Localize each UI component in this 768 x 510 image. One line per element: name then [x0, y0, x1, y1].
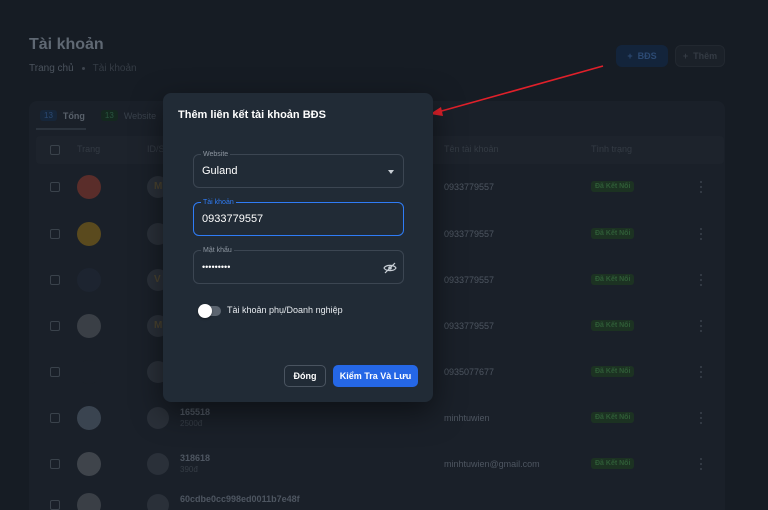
eye-off-icon[interactable] — [383, 261, 397, 279]
row-account-name: minhtuwien@gmail.com — [444, 459, 540, 469]
row-checkbox[interactable] — [50, 275, 60, 285]
row-checkbox[interactable] — [50, 500, 60, 510]
more-options-icon[interactable] — [699, 320, 703, 332]
row-checkbox[interactable] — [50, 459, 60, 469]
tab-label: Tổng — [62, 110, 85, 121]
avatar — [147, 407, 169, 429]
more-options-icon[interactable] — [699, 412, 703, 424]
status-badge: Đã Kết Nối — [591, 458, 635, 469]
business-account-toggle[interactable] — [198, 304, 221, 318]
toggle-knob — [198, 304, 212, 318]
column-header-page: Trang — [77, 144, 101, 154]
row-account-name: 0935077677 — [444, 367, 495, 377]
caret-down-icon — [388, 170, 394, 174]
website-value: Guland — [202, 165, 238, 177]
dialog-title: Thêm liên kết tài khoản BĐS — [178, 109, 326, 121]
site-logo — [77, 360, 101, 384]
row-checkbox[interactable] — [50, 413, 60, 423]
status-badge: Đã Kết Nối — [591, 320, 635, 331]
status-badge: Đã Kết Nối — [591, 274, 635, 285]
breadcrumb: Trang chủ Tài khoản — [29, 63, 137, 74]
row-checkbox[interactable] — [50, 229, 60, 239]
row-checkbox[interactable] — [50, 367, 60, 377]
breadcrumb-separator — [81, 67, 85, 70]
avatar — [147, 494, 169, 510]
plus-icon: + — [682, 51, 689, 61]
avatar-initial: M — [154, 320, 163, 331]
avatar-initial: V — [154, 274, 161, 285]
column-header-status: Tình trạng — [591, 144, 633, 154]
row-account-name: 0933779557 — [444, 229, 495, 239]
site-logo — [77, 452, 101, 476]
site-logo — [77, 222, 101, 246]
plus-icon: + — [627, 51, 633, 61]
status-badge: Đã Kết Nối — [591, 228, 635, 239]
row-id: 165518 — [180, 407, 211, 417]
status-badge: Đã Kết Nối — [591, 412, 635, 423]
link-account-dialog: Thêm liên kết tài khoản BĐS Website Gula… — [163, 93, 433, 402]
tab-website[interactable]: 13 Website — [100, 110, 157, 121]
more-options-icon[interactable] — [699, 228, 703, 240]
avatar-initial: M — [154, 181, 163, 192]
add-button[interactable]: + Thêm — [675, 45, 725, 67]
account-input[interactable]: Tài khoản 0933779557 — [193, 198, 404, 236]
password-value: ••••••••• — [202, 262, 231, 272]
row-account-name: 0933779557 — [444, 275, 495, 285]
row-checkbox[interactable] — [50, 321, 60, 331]
tab-total[interactable]: 13 Tổng — [40, 110, 85, 121]
add-bds-button[interactable]: + BĐS — [616, 45, 668, 67]
password-label: Mật khẩu — [201, 246, 234, 255]
breadcrumb-current: Tài khoản — [92, 63, 137, 74]
page-title: Tài khoản — [29, 36, 104, 53]
row-account-name: 0933779557 — [444, 182, 495, 192]
website-label: Website — [201, 150, 231, 159]
more-options-icon[interactable] — [699, 366, 703, 378]
account-value: 0933779557 — [202, 213, 264, 225]
status-badge: Đã Kết Nối — [591, 366, 635, 377]
row-checkbox[interactable] — [50, 182, 60, 192]
tab-label: Website — [123, 110, 157, 121]
site-logo — [77, 268, 101, 292]
row-account-name: minhtuwien — [444, 413, 490, 423]
avatar — [147, 453, 169, 475]
status-badge: Đã Kết Nối — [591, 181, 635, 192]
row-balance: 2500đ — [180, 419, 203, 428]
more-options-icon[interactable] — [699, 181, 703, 193]
add-bds-label: BĐS — [637, 51, 657, 61]
add-label: Thêm — [693, 51, 718, 61]
site-logo — [77, 314, 101, 338]
tab-count-badge: 13 — [100, 110, 118, 121]
breadcrumb-home[interactable]: Trang chủ — [29, 63, 74, 74]
row-balance: 390đ — [180, 465, 198, 474]
close-button[interactable]: Đóng — [284, 365, 326, 387]
tab-count-badge: 13 — [40, 110, 57, 121]
website-select[interactable]: Website Guland — [193, 150, 404, 188]
more-options-icon[interactable] — [699, 458, 703, 470]
row-account-name: 0933779557 — [444, 321, 495, 331]
account-label: Tài khoản — [201, 198, 236, 207]
row-id: 60cdbe0cc998ed0011b7e48f — [180, 494, 300, 504]
tab-active-indicator — [36, 128, 86, 130]
check-and-save-button[interactable]: Kiểm Tra Và Lưu — [333, 365, 418, 387]
site-logo — [77, 406, 101, 430]
tab-bar: 13 Tổng 13 Website — [40, 110, 156, 121]
business-account-label: Tài khoản phụ/Doanh nghiệp — [227, 305, 343, 315]
site-logo — [77, 175, 101, 199]
password-input[interactable]: Mật khẩu ••••••••• — [193, 246, 404, 284]
site-logo — [77, 493, 101, 510]
more-options-icon[interactable] — [699, 274, 703, 286]
column-header-account: Tên tài khoản — [444, 144, 499, 154]
row-id: 318618 — [180, 453, 211, 463]
select-all-checkbox[interactable] — [50, 145, 60, 155]
